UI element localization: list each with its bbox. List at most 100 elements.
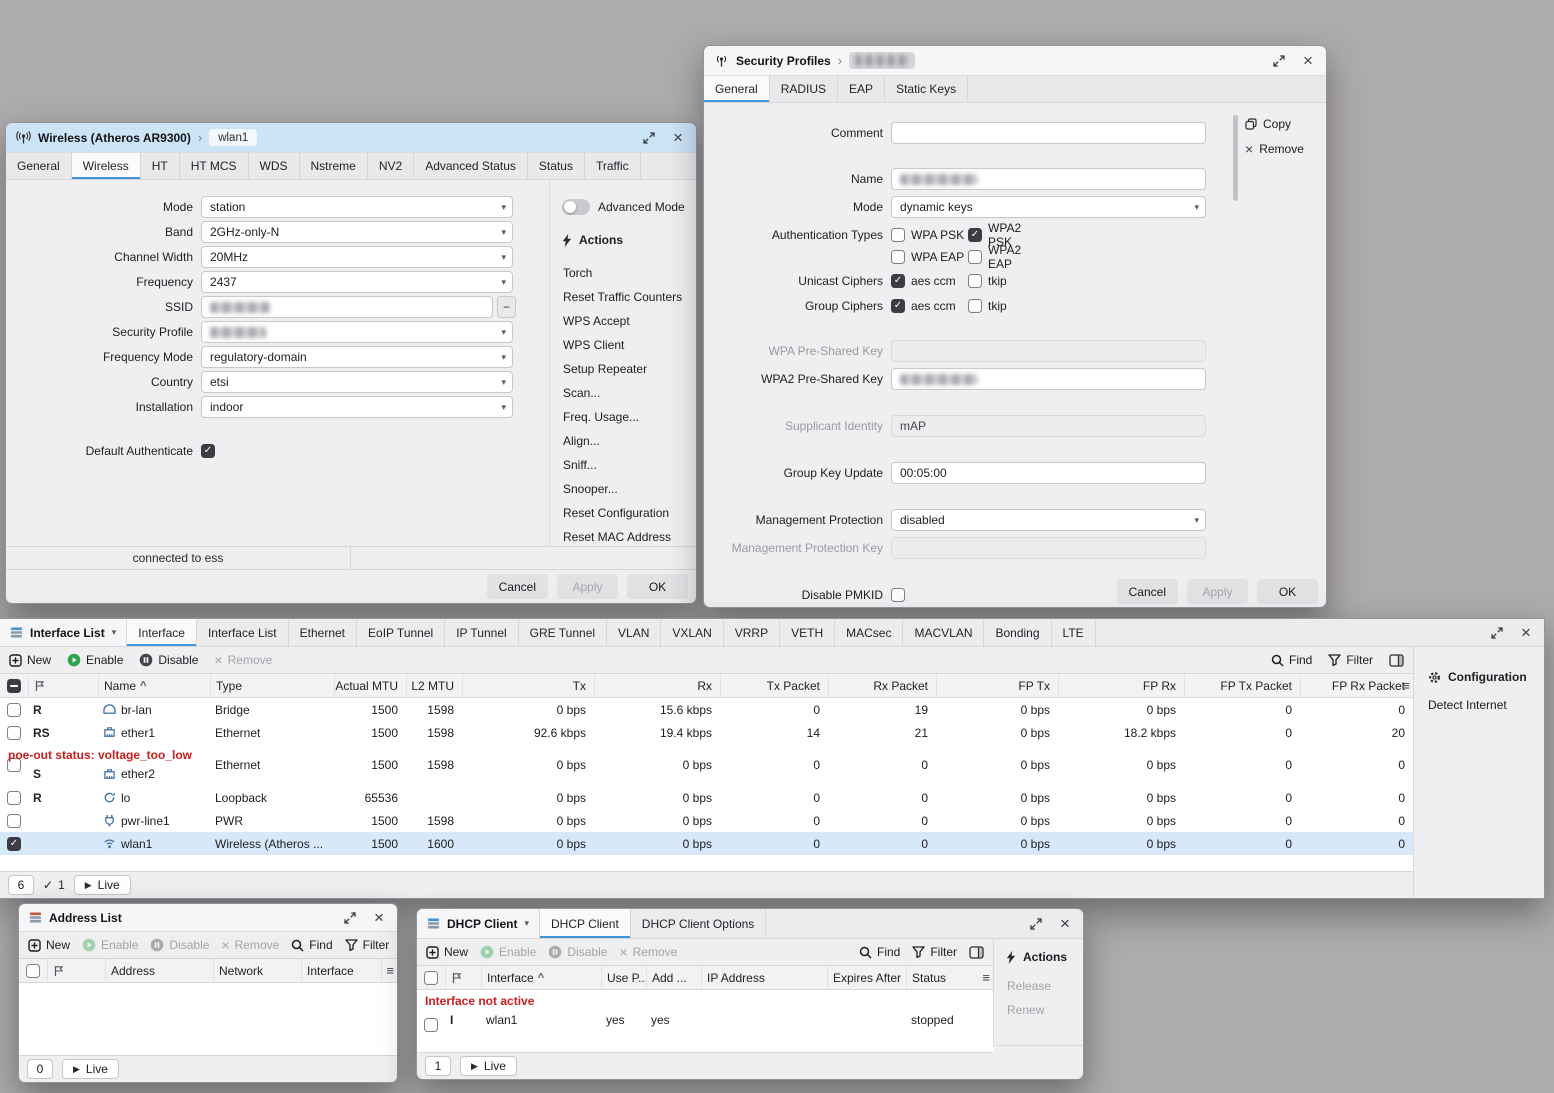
selected-count[interactable]: 1 (43, 878, 65, 892)
action-wps-client[interactable]: WPS Client (562, 333, 686, 357)
tab-gre-tunnel[interactable]: GRE Tunnel (519, 619, 607, 646)
row-checkbox[interactable] (7, 703, 21, 717)
copy-button[interactable]: Copy (1245, 115, 1325, 133)
close-icon[interactable] (1300, 53, 1316, 69)
column-rx[interactable]: Rx (594, 674, 720, 698)
remove-button[interactable]: Remove (1245, 140, 1325, 158)
tab-wds[interactable]: WDS (249, 153, 300, 179)
action-setup-repeater[interactable]: Setup Repeater (562, 357, 686, 381)
detect-internet-item[interactable]: Detect Internet (1428, 698, 1544, 712)
tab-dhcp-client-options[interactable]: DHCP Client Options (631, 909, 767, 938)
security-profile-select[interactable] (201, 321, 513, 343)
tab-bonding[interactable]: Bonding (984, 619, 1051, 646)
tab-interface-list[interactable]: Interface List (197, 619, 289, 646)
row-checkbox[interactable] (7, 726, 21, 740)
scrollbar-thumb[interactable] (1233, 115, 1238, 201)
live-button[interactable]: Live (74, 875, 131, 895)
side-panel-toggle[interactable] (1389, 654, 1404, 667)
action-reset-traffic-counters[interactable]: Reset Traffic Counters (562, 285, 686, 309)
column-tx[interactable]: Tx (462, 674, 594, 698)
table-row-br-lan[interactable]: R br-lan Bridge 1500 1598 0 bps 15.6 kbp… (0, 698, 1413, 721)
column-interface[interactable]: Interface (481, 966, 601, 990)
action-align[interactable]: Align... (562, 429, 686, 453)
remove-button[interactable]: Remove (221, 938, 279, 952)
band-select[interactable]: 2GHz-only-N (201, 221, 513, 243)
side-panel-toggle[interactable] (969, 946, 984, 959)
security-titlebar[interactable]: Security Profiles › (704, 46, 1326, 76)
column-rx-packet[interactable]: Rx Packet (828, 674, 936, 698)
new-button[interactable]: New (9, 653, 51, 667)
restore-icon[interactable] (641, 130, 657, 146)
apply-button[interactable]: Apply (1187, 579, 1248, 604)
default-authenticate-checkbox[interactable] (201, 444, 215, 458)
action-snooper[interactable]: Snooper... (562, 477, 686, 501)
tab-veth[interactable]: VETH (780, 619, 835, 646)
unicast-aes-ccm-option[interactable]: aes ccm (891, 274, 968, 288)
window-title-segment[interactable]: Interface List (0, 619, 127, 646)
group-key-update-input[interactable]: 00:05:00 (891, 462, 1206, 484)
row-checkbox[interactable] (7, 791, 21, 805)
unicast-aes-ccm-checkbox[interactable] (891, 274, 905, 288)
row-checkbox[interactable] (7, 837, 21, 851)
table-row-ether1[interactable]: RS ether1 Ethernet 1500 1598 92.6 kbps 1… (0, 721, 1413, 744)
column-l2-mtu[interactable]: L2 MTU (406, 674, 462, 698)
tab-eoip-tunnel[interactable]: EoIP Tunnel (357, 619, 445, 646)
close-icon[interactable] (371, 910, 387, 926)
window-kind-caret-icon[interactable] (524, 919, 529, 928)
cancel-button[interactable]: Cancel (487, 574, 548, 599)
supplicant-identity-input[interactable]: mAP (891, 415, 1206, 437)
filter-button[interactable]: Filter (345, 938, 390, 952)
tab-macvlan[interactable]: MACVLAN (903, 619, 984, 646)
column-fp-tx[interactable]: FP Tx (936, 674, 1058, 698)
restore-icon[interactable] (342, 910, 358, 926)
column-use-peer[interactable]: Use P... (601, 966, 646, 990)
column-network[interactable]: Network (213, 959, 301, 983)
table-row-lo[interactable]: R lo Loopback 65536 0 bps 0 bps 0 0 0 bp… (0, 786, 1413, 809)
column-menu-icon[interactable] (982, 970, 990, 985)
action-sniff[interactable]: Sniff... (562, 453, 686, 477)
column-fp-rx-packet[interactable]: FP Rx Packet (1300, 674, 1413, 698)
live-button[interactable]: Live (460, 1056, 517, 1076)
wpa2-psk-checkbox[interactable] (968, 228, 982, 242)
wpa2-eap-checkbox[interactable] (968, 250, 982, 264)
column-tx-packet[interactable]: Tx Packet (720, 674, 828, 698)
scrollbar[interactable] (1233, 111, 1239, 567)
column-ip-address[interactable]: IP Address (701, 966, 827, 990)
disable-button[interactable]: Disable (150, 938, 209, 952)
management-protection-key-input[interactable] (891, 537, 1206, 559)
tab-ip-tunnel[interactable]: IP Tunnel (445, 619, 518, 646)
unicast-tkip-option[interactable]: tkip (968, 274, 1045, 288)
select-all-checkbox[interactable] (7, 679, 21, 693)
tab-wireless[interactable]: Wireless (72, 153, 141, 179)
action-torch[interactable]: Torch (562, 261, 686, 285)
wpa2-eap-option[interactable]: WPA2 EAP (968, 243, 1045, 271)
frequency-select[interactable]: 2437 (201, 271, 513, 293)
close-icon[interactable] (1518, 625, 1534, 641)
name-input[interactable] (891, 168, 1206, 190)
enable-button[interactable]: Enable (67, 653, 123, 667)
column-add-default[interactable]: Add ... (646, 966, 701, 990)
column-interface[interactable]: Interface (301, 959, 381, 983)
find-button[interactable]: Find (291, 938, 332, 952)
tab-eap[interactable]: EAP (838, 76, 885, 102)
tab-general[interactable]: General (6, 153, 72, 179)
column-menu-icon[interactable] (386, 963, 394, 978)
column-fp-rx[interactable]: FP Rx (1058, 674, 1184, 698)
wpa-eap-option[interactable]: WPA EAP (891, 250, 968, 264)
ok-button[interactable]: OK (627, 574, 688, 599)
address-titlebar[interactable]: Address List (19, 904, 397, 932)
action-release[interactable]: Release (1006, 974, 1083, 998)
mode-select[interactable]: station (201, 196, 513, 218)
new-button[interactable]: New (28, 938, 70, 952)
comment-input[interactable] (891, 122, 1206, 144)
table-row-ether2[interactable]: poe-out status: voltage_too_low S ether2… (0, 744, 1413, 786)
action-reset-configuration[interactable]: Reset Configuration (562, 501, 686, 525)
tab-static-keys[interactable]: Static Keys (885, 76, 968, 102)
cancel-button[interactable]: Cancel (1117, 579, 1178, 604)
tab-ht-mcs[interactable]: HT MCS (180, 153, 249, 179)
table-row-pwr-line1[interactable]: pwr-line1 PWR 1500 1598 0 bps 0 bps 0 0 … (0, 809, 1413, 832)
wpa-psk-checkbox[interactable] (891, 228, 905, 242)
tab-macsec[interactable]: MACsec (835, 619, 903, 646)
table-row-wlan1-dhcp[interactable]: Interface not active I wlan1 yes yes sto… (417, 990, 993, 1032)
find-button[interactable]: Find (859, 945, 900, 959)
